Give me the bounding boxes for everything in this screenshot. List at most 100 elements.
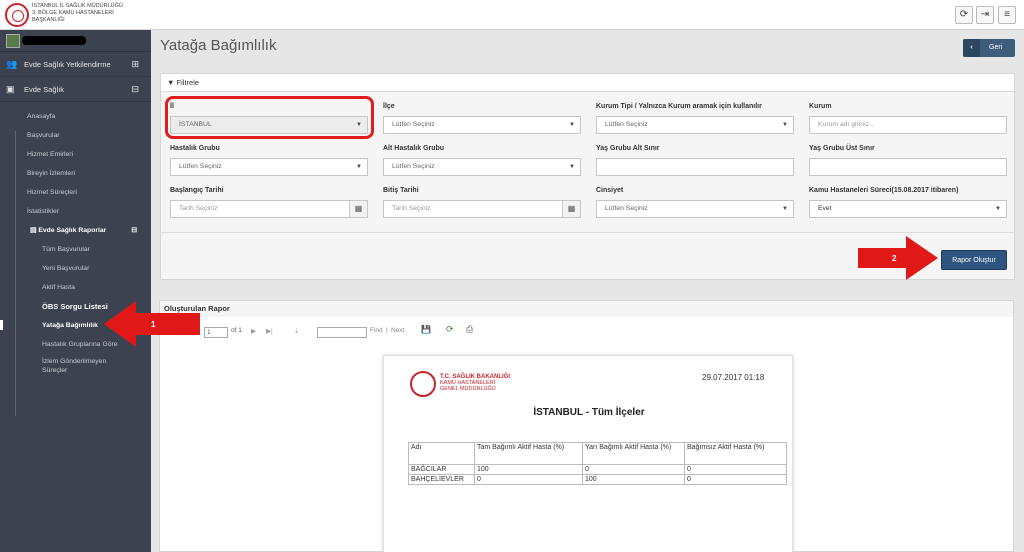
column-header: Tam Bağımlı Aktif Hasta (%): [474, 442, 583, 465]
kamu-hastaneleri-select[interactable]: Evet ▼: [809, 200, 1007, 218]
bitis-placeholder: Tarih Seçiniz: [392, 205, 431, 212]
sidebar-item-basvurular[interactable]: Başvurular: [0, 126, 151, 145]
sidebar-group-label: Evde Sağlık Yetkilendirme: [24, 60, 111, 69]
hospital-icon: ▣: [6, 84, 15, 94]
kamu-label-note: (15.08.2017 itibaren): [891, 187, 959, 194]
sidebar-group-label: Evde Sağlık: [24, 85, 65, 94]
export-icon[interactable]: 💾: [421, 325, 431, 334]
sidebar-item-hizmet-surecleri[interactable]: Hizmet Süreçleri: [0, 183, 151, 202]
sidebar-item-aktif-hasta[interactable]: Aktif Hasta: [0, 278, 151, 297]
hastalik-grubu-value: Lütfen Seçiniz: [179, 163, 222, 170]
logout-button[interactable]: ⇥: [976, 6, 994, 24]
org-name: İSTANBUL İL SAĞLIK MÜDÜRLÜĞÜ 3. BÖLGE KA…: [32, 3, 142, 24]
bitis-tarihi-input[interactable]: Tarih Seçiniz ▦: [383, 200, 581, 218]
collapse-icon: ⊟: [131, 227, 137, 234]
caret-down-icon: ▼: [782, 122, 788, 128]
calendar-icon[interactable]: ▦: [562, 201, 580, 217]
active-marker: [0, 320, 3, 330]
sidebar-item-hizmet-emirleri[interactable]: Hizmet Emirleri: [0, 145, 151, 164]
expand-icon: ⊞: [131, 59, 139, 69]
filter-panel-header[interactable]: ▼ Filtrele: [161, 74, 1014, 92]
refresh-report-icon[interactable]: ⇣: [294, 327, 299, 335]
page-title: Yatağa Bağımlılık: [160, 37, 277, 54]
table-row: BAHÇELİEVLER 0 100 0: [408, 474, 787, 485]
menu-icon: ≡: [1004, 9, 1010, 20]
sidebar-item-label: Süreçler: [42, 367, 68, 374]
sidebar-item-yeni-basvurular[interactable]: Yeni Başvurular: [0, 259, 151, 278]
org-line-3: BAŞKANLIĞI: [32, 17, 65, 23]
next-page-icon[interactable]: ▶: [251, 327, 256, 335]
sidebar-item-label: İzlem Gönderilmeyen: [42, 358, 107, 365]
sidebar-item-raporlar[interactable]: ▤ Evde Sağlık Raporlar ⊟: [0, 221, 151, 240]
step-2-label: 2: [892, 254, 897, 263]
yas-ust-input[interactable]: [809, 158, 1007, 176]
refresh-report-button-icon[interactable]: ⟳: [446, 324, 454, 335]
kurum-tipi-select[interactable]: Lütfen Seçiniz ▼: [596, 116, 794, 134]
refresh-icon: ⟳: [959, 9, 969, 20]
find-link[interactable]: Find: [370, 327, 383, 334]
rapor-olustur-button[interactable]: Rapor Oluştur: [941, 250, 1007, 270]
sidebar-group-evde-saglik[interactable]: ▣ Evde Sağlık ⊟: [0, 77, 151, 102]
kurum-tipi-label: Kurum Tipi / Yalnızca Kurum aramak için …: [596, 103, 762, 110]
yas-alt-label: Yaş Grubu Alt Sınır: [596, 145, 660, 152]
kamu-label-text: Kamu Hastaneleri Süreci: [809, 187, 892, 194]
ilce-select[interactable]: Lütfen Seçiniz ▼: [383, 116, 581, 134]
sidebar-item-anasayfa[interactable]: Anasayfa: [0, 107, 151, 126]
alt-hastalik-grubu-select[interactable]: Lütfen Seçiniz ▼: [383, 158, 581, 176]
table-cell: 0: [684, 464, 787, 475]
report-toolbar: 1 of 1 ▶ ▶| ⇣ Find | Next 💾 ⟳ ⎙: [160, 321, 1013, 341]
next-link[interactable]: Next: [391, 327, 404, 334]
tree-line: [15, 131, 16, 416]
calendar-icon[interactable]: ▦: [349, 201, 367, 217]
column-header: Yarı Bağımlı Aktif Hasta (%): [582, 442, 685, 465]
sidebar-group-yetkilendirme[interactable]: 👥 Evde Sağlık Yetkilendirme ⊞: [0, 52, 151, 77]
page-number-input[interactable]: 1: [204, 327, 228, 338]
report-panel: Oluşturulan Rapor 1 of 1 ▶ ▶| ⇣ Find | N…: [159, 300, 1014, 552]
table-cell: 0: [474, 474, 583, 485]
caret-down-icon: ▼: [782, 206, 788, 212]
back-button-label: Geri: [989, 44, 1003, 51]
org-line-2: 3. BÖLGE KAMU HASTANELERİ: [32, 10, 114, 16]
sidebar-item-bireyin-izlemleri[interactable]: Bireyin İzlemleri: [0, 164, 151, 183]
sidebar: 👥 Evde Sağlık Yetkilendirme ⊞ ▣ Evde Sağ…: [0, 30, 151, 552]
caret-down-icon: ▼: [356, 164, 362, 170]
report-date: 29.07.2017 01:18: [702, 373, 765, 382]
ministry-logo-icon: [410, 371, 436, 397]
kurum-input[interactable]: Kurum adı giriniz...: [809, 116, 1007, 134]
baslangic-placeholder: Tarih Seçiniz: [179, 205, 218, 212]
kurum-tipi-select-value: Lütfen Seçiniz: [605, 121, 648, 128]
kamu-value: Evet: [818, 205, 832, 212]
caret-down-icon: ▼: [569, 164, 575, 170]
bitis-tarihi-label: Bitiş Tarihi: [383, 187, 419, 194]
refresh-button[interactable]: ⟳: [955, 6, 973, 24]
sidebar-item-tum-basvurular[interactable]: Tüm Başvurular: [0, 240, 151, 259]
sidebar-item-istatistikler[interactable]: İstatistikler: [0, 202, 151, 221]
baslangic-tarihi-input[interactable]: Tarih Seçiniz ▦: [170, 200, 368, 218]
report-heading: Oluşturulan Rapor: [160, 301, 1013, 317]
cinsiyet-select[interactable]: Lütfen Seçiniz ▼: [596, 200, 794, 218]
report-logo-text: T.C. SAĞLIK BAKANLIĞI KAMU HASTANELERİ G…: [440, 374, 510, 392]
find-separator: |: [386, 327, 388, 334]
find-input[interactable]: [317, 327, 367, 338]
alt-hastalik-grubu-value: Lütfen Seçiniz: [392, 163, 435, 170]
hastalik-grubu-label: Hastalık Grubu: [170, 145, 220, 152]
menu-button[interactable]: ≡: [998, 6, 1016, 24]
user-profile[interactable]: [0, 30, 151, 52]
print-icon[interactable]: ⎙: [466, 324, 473, 335]
list-icon: ▤: [30, 227, 37, 234]
sidebar-item-izlem-gonderilmeyen[interactable]: İzlem Gönderilmeyen Süreçler: [0, 354, 151, 375]
hastalik-grubu-select[interactable]: Lütfen Seçiniz ▼: [170, 158, 368, 176]
caret-down-icon: ▼: [569, 122, 575, 128]
sidebar-item-label: Evde Sağlık Raporlar: [38, 227, 107, 234]
cinsiyet-value: Lütfen Seçiniz: [605, 205, 648, 212]
kamu-hastaneleri-label: Kamu Hastaneleri Süreci(15.08.2017 itiba…: [809, 187, 958, 194]
report-document: T.C. SAĞLIK BAKANLIĞI KAMU HASTANELERİ G…: [383, 355, 793, 552]
alt-hastalik-grubu-label: Alt Hastalık Grubu: [383, 145, 445, 152]
last-page-icon[interactable]: ▶|: [266, 327, 273, 335]
table-row: BAĞCILAR 100 0 0: [408, 464, 787, 475]
yas-alt-input[interactable]: [596, 158, 794, 176]
logo-line-3: GENEL MÜDÜRLÜĞÜ: [440, 386, 496, 392]
highlight-box: [165, 96, 374, 139]
back-button[interactable]: ‹ Geri: [963, 39, 1015, 57]
report-title: İSTANBUL - Tüm İlçeler: [533, 407, 645, 418]
